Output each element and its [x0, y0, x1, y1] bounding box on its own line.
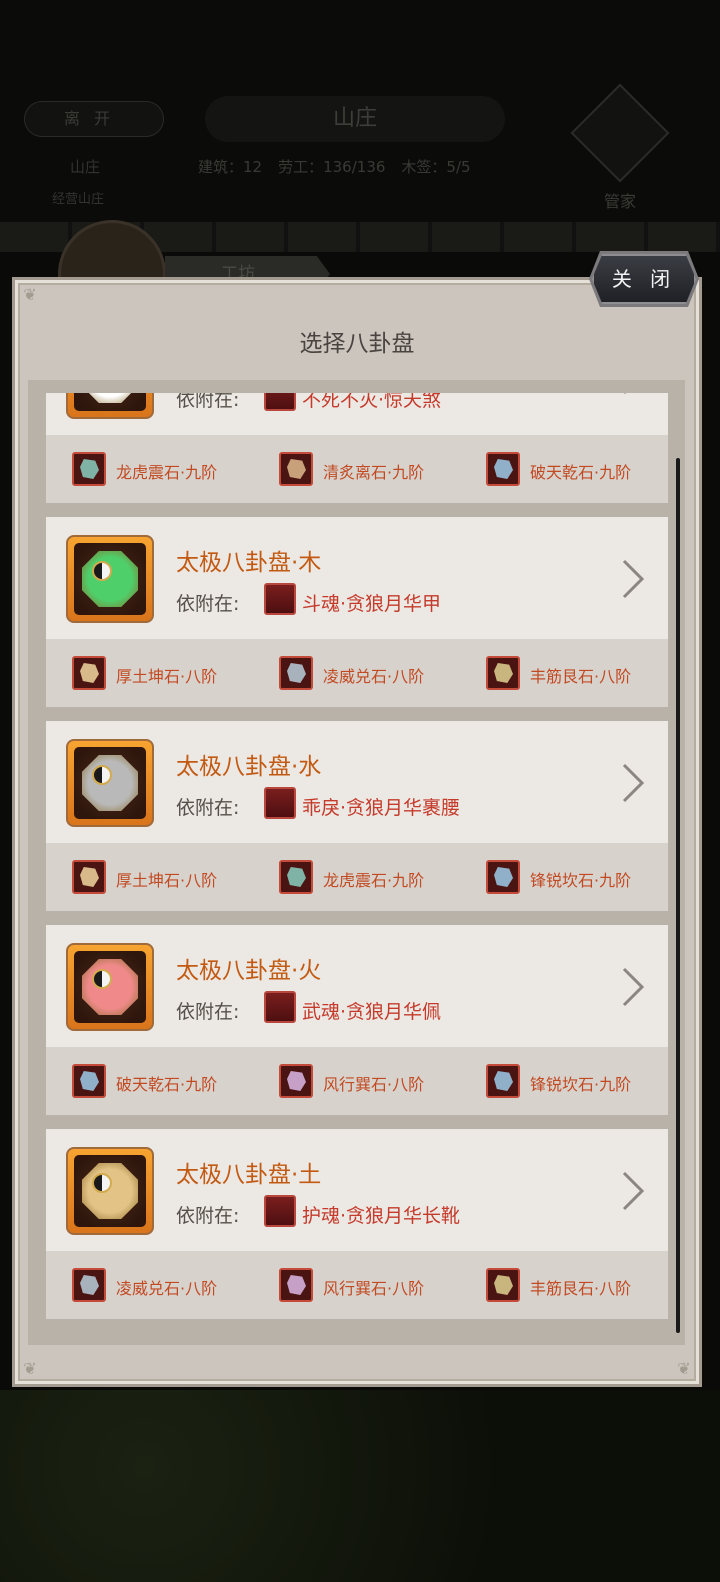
stat-laborers: 劳工：136/136	[278, 158, 386, 176]
gem-stone-icon	[72, 860, 106, 894]
disc-octagon	[82, 551, 138, 607]
bagua-card[interactable]: 太极八卦盘·火 依附在: 武魂·贪狼月华佩 破天乾石·九阶 风行巽石·八阶 锋锐坎石…	[46, 925, 668, 1115]
side-sublabel: 经营山庄	[52, 192, 105, 207]
stone-list: 破天乾石·九阶 风行巽石·八阶 锋锐坎石·九阶	[46, 1047, 668, 1115]
gem-stone-icon	[279, 1064, 313, 1098]
bagua-card[interactable]: 太极八卦盘·土 依附在: 护魂·贪狼月华长靴 凌威兑石·八阶 风行巽石·八阶 丰筋艮…	[46, 1129, 668, 1319]
gem-stone-icon	[72, 1268, 106, 1302]
gem-stone-icon	[486, 1064, 520, 1098]
bagua-disc-icon	[66, 1147, 154, 1235]
stat-tokens: 木签：5/5	[401, 158, 471, 176]
stone-name: 风行巽石·八阶	[323, 1279, 425, 1298]
blade-icon	[264, 393, 296, 411]
stone-name: 厚土坤石·八阶	[116, 667, 218, 686]
scrollbar[interactable]	[676, 458, 680, 1333]
disc-octagon	[82, 1163, 138, 1219]
yinyang-icon	[92, 561, 112, 581]
equipment-name: 护魂·贪狼月华长靴	[302, 1205, 461, 1227]
close-button[interactable]: 关 闭	[592, 254, 696, 304]
bagua-disc-icon	[66, 393, 154, 419]
corner-ornament: ❦	[23, 1359, 37, 1378]
bagua-card[interactable]: 依附在: 不死不灭·惊天煞 龙虎震石·九阶 清炙离石·九阶 破天乾石·九阶	[46, 393, 668, 503]
bagua-list[interactable]: 依附在: 不死不灭·惊天煞 龙虎震石·九阶 清炙离石·九阶 破天乾石·九阶 太极八卦…	[46, 393, 668, 1343]
gem-stone-icon	[279, 452, 313, 486]
chevron-right-icon[interactable]	[620, 393, 646, 395]
building-stats: 建筑：12 劳工：136/136 木签：5/5	[198, 156, 528, 176]
yinyang-icon	[92, 765, 112, 785]
attach-label: 依附在:	[176, 797, 240, 819]
disc-octagon	[82, 959, 138, 1015]
side-label: 山庄	[70, 158, 101, 176]
yinyang-icon	[92, 969, 112, 989]
disc-octagon	[82, 393, 138, 403]
gem-stone-icon	[486, 860, 520, 894]
stone-name: 丰筋艮石·八阶	[530, 667, 632, 686]
bagua-name: 太极八卦盘·木	[176, 550, 322, 576]
gem-stone-icon	[486, 656, 520, 690]
disc-octagon	[82, 755, 138, 811]
chevron-right-icon[interactable]	[620, 1171, 646, 1211]
background-ground	[0, 1390, 720, 1582]
stone-name: 凌威兑石·八阶	[323, 667, 425, 686]
attach-label: 依附在:	[176, 593, 240, 615]
gem-stone-icon	[279, 1268, 313, 1302]
bagua-disc-icon	[66, 535, 154, 623]
bagua-card[interactable]: 太极八卦盘·水 依附在: 乖戾·贪狼月华裹腰 厚土坤石·八阶 龙虎震石·九阶 锋锐坎…	[46, 721, 668, 911]
leave-button: 离开	[24, 101, 164, 137]
bagua-name: 太极八卦盘·火	[176, 958, 322, 984]
stone-list: 凌威兑石·八阶 风行巽石·八阶 丰筋艮石·八阶	[46, 1251, 668, 1319]
pendant-icon	[264, 991, 296, 1023]
gem-stone-icon	[72, 656, 106, 690]
gem-stone-icon	[279, 656, 313, 690]
stone-name: 龙虎震石·九阶	[116, 463, 218, 482]
gem-stone-icon	[486, 1268, 520, 1302]
bagua-list-inner: 依附在: 不死不灭·惊天煞 龙虎震石·九阶 清炙离石·九阶 破天乾石·九阶 太极八卦…	[46, 393, 668, 1333]
stone-name: 破天乾石·九阶	[530, 463, 632, 482]
butler-label: 管家	[603, 192, 636, 211]
gem-stone-icon	[279, 860, 313, 894]
attach-label: 依附在:	[176, 1001, 240, 1023]
bagua-disc-icon	[66, 739, 154, 827]
bagua-card[interactable]: 太极八卦盘·木 依附在: 斗魂·贪狼月华甲 厚土坤石·八阶 凌威兑石·八阶 丰筋艮石…	[46, 517, 668, 707]
boot-icon	[264, 1195, 296, 1227]
stone-list: 厚土坤石·八阶 龙虎震石·九阶 锋锐坎石·九阶	[46, 843, 668, 911]
gem-stone-icon	[72, 452, 106, 486]
yinyang-icon	[92, 1173, 112, 1193]
equipment-name: 不死不灭·惊天煞	[302, 393, 442, 411]
stone-name: 清炙离石·九阶	[323, 463, 425, 482]
chevron-right-icon[interactable]	[620, 967, 646, 1007]
stone-name: 龙虎震石·九阶	[323, 871, 425, 890]
equipment-name: 乖戾·贪狼月华裹腰	[302, 797, 461, 819]
attach-label: 依附在:	[176, 393, 240, 411]
armor-icon	[264, 583, 296, 615]
bagua-disc-icon	[66, 943, 154, 1031]
stone-name: 厚土坤石·八阶	[116, 871, 218, 890]
stone-name: 锋锐坎石·九阶	[530, 871, 632, 890]
bagua-name: 太极八卦盘·水	[176, 754, 322, 780]
equipment-name: 武魂·贪狼月华佩	[302, 1001, 442, 1023]
chevron-right-icon[interactable]	[620, 763, 646, 803]
equipment-name: 斗魂·贪狼月华甲	[302, 593, 442, 615]
stat-buildings: 建筑：12	[198, 158, 263, 176]
stone-name: 破天乾石·九阶	[116, 1075, 218, 1094]
belt-icon	[264, 787, 296, 819]
bagua-name: 太极八卦盘·土	[176, 1162, 322, 1188]
corner-ornament: ❦	[677, 1359, 691, 1378]
stone-name: 丰筋艮石·八阶	[530, 1279, 632, 1298]
chevron-right-icon[interactable]	[620, 559, 646, 599]
stone-name: 锋锐坎石·九阶	[530, 1075, 632, 1094]
gem-stone-icon	[72, 1064, 106, 1098]
stone-list: 龙虎震石·九阶 清炙离石·九阶 破天乾石·九阶	[46, 435, 668, 503]
attach-label: 依附在:	[176, 1205, 240, 1227]
location-title: 山庄	[205, 96, 505, 142]
stone-name: 凌威兑石·八阶	[116, 1279, 218, 1298]
corner-ornament: ❦	[23, 285, 37, 304]
dialog-title: 选择八卦盘	[299, 331, 415, 357]
gem-stone-icon	[486, 452, 520, 486]
stone-name: 风行巽石·八阶	[323, 1075, 425, 1094]
stone-list: 厚土坤石·八阶 凌威兑石·八阶 丰筋艮石·八阶	[46, 639, 668, 707]
